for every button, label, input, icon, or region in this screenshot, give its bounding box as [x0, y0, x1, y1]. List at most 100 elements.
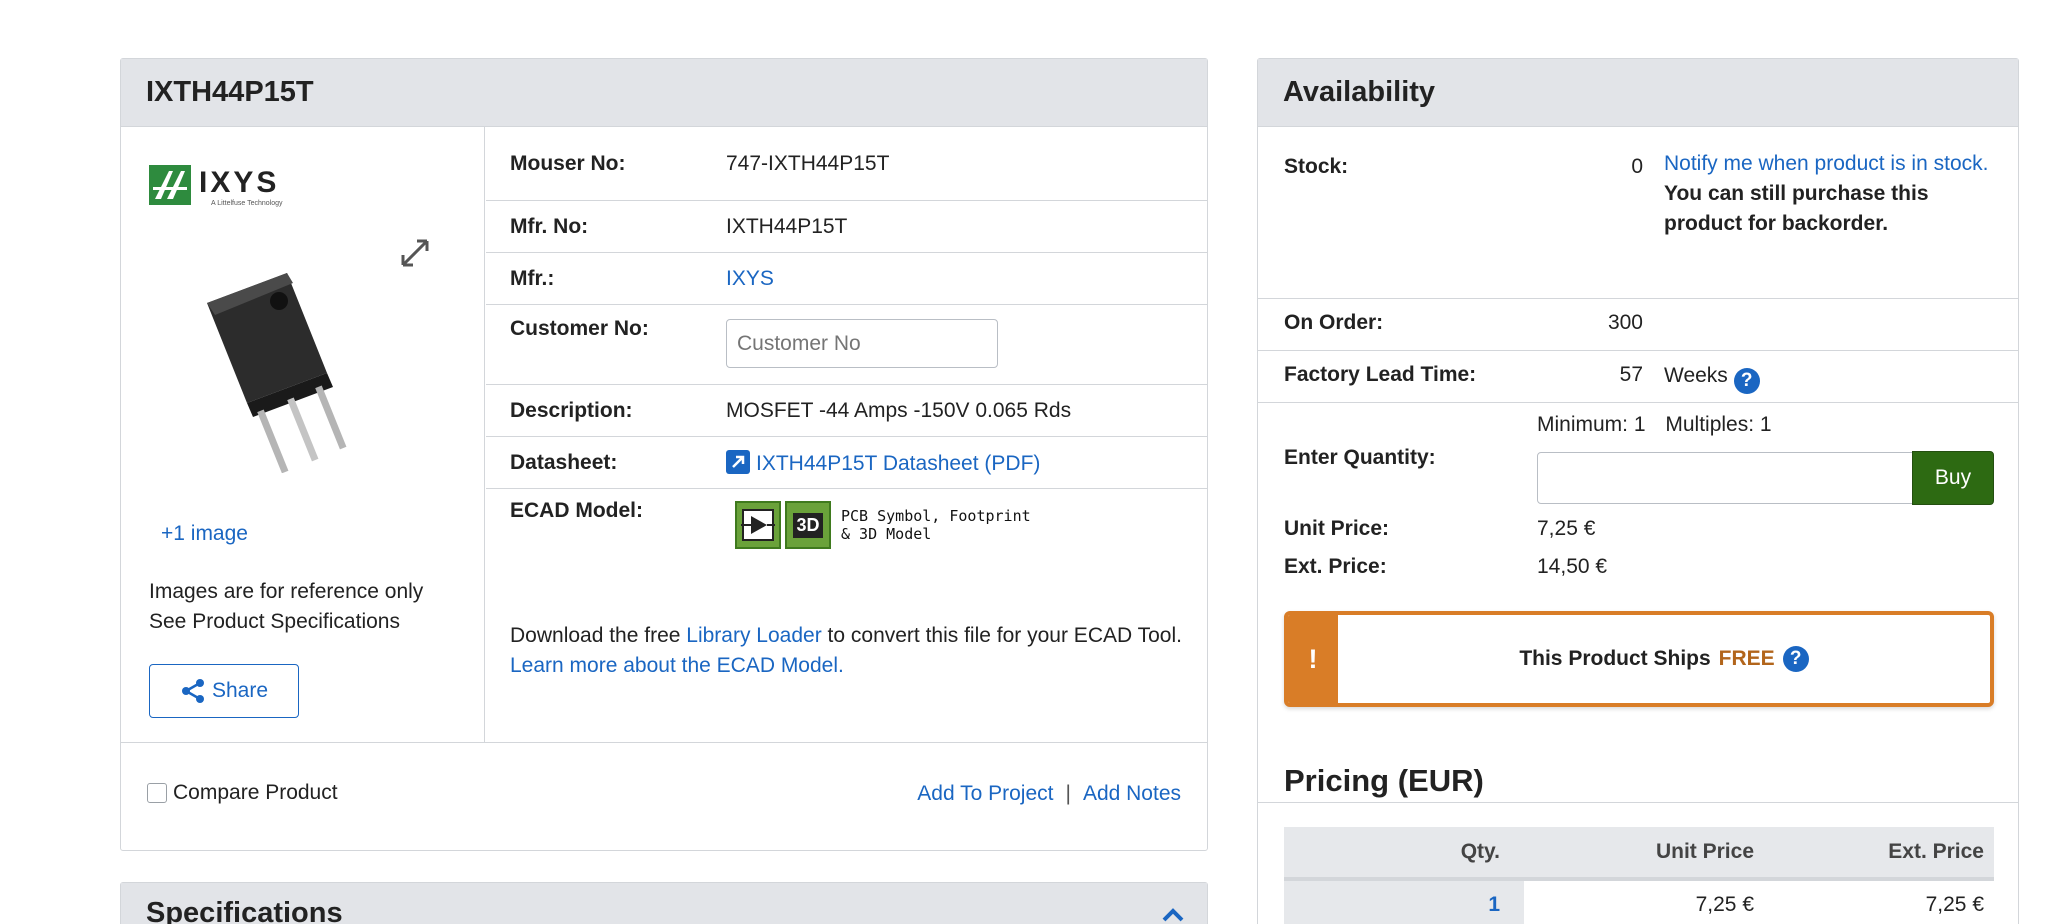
ship-text: This Product Ships	[1519, 647, 1711, 670]
ecad-caption: PCB Symbol, Footprint & 3D Model	[841, 507, 1031, 543]
product-info: Mouser No: 747-IXTH44P15T Mfr. No: IXTH4…	[486, 127, 1207, 677]
free-shipping-banner: ! This Product Ships FREE ?	[1284, 611, 1994, 707]
ecad-text-1: Download the free	[510, 624, 687, 647]
mouser-no-value: 747-IXTH44P15T	[726, 151, 890, 175]
mfr-no-row: Mfr. No: IXTH44P15T	[486, 201, 1207, 253]
ixys-logo: IXYS A Littelfuse Technology	[149, 165, 283, 207]
compare-label: Compare Product	[173, 781, 338, 804]
alert-icon: !	[1288, 615, 1338, 703]
customer-no-row: Customer No:	[486, 305, 1207, 385]
footer-separator: |	[1065, 782, 1071, 805]
qty-cell[interactable]: 1	[1284, 879, 1524, 924]
share-label: Share	[211, 679, 269, 702]
mfr-no-value: IXTH44P15T	[726, 214, 848, 238]
ref-line-1: Images are for reference only	[149, 580, 424, 603]
mouser-no-label: Mouser No:	[510, 151, 626, 175]
specifications-title: Specifications	[121, 883, 1207, 924]
mfr-link[interactable]: IXYS	[726, 267, 774, 290]
pricing-header-row: Qty. Unit Price Ext. Price	[1284, 827, 1994, 881]
pcb-symbol-icon	[735, 501, 781, 549]
pricing-table: Qty. Unit Price Ext. Price 1 7,25 € 7,25…	[1284, 827, 1994, 924]
product-card: IXTH44P15T IXYS A Littelfuse Technology	[120, 58, 1208, 851]
lead-time-label: Factory Lead Time:	[1284, 363, 1477, 386]
unit-price-value: 7,25 €	[1537, 517, 1596, 540]
ext-price-label: Ext. Price:	[1284, 555, 1387, 578]
datasheet-link[interactable]: IXTH44P15T Datasheet (PDF)	[726, 449, 1041, 475]
mfr-label: Mfr.:	[510, 266, 555, 290]
ref-line-2: See Product Specifications	[149, 610, 400, 633]
image-reference-note: Images are for reference only See Produc…	[149, 577, 423, 637]
svg-text:A Littelfuse Technology: A Littelfuse Technology	[211, 200, 283, 207]
multiples-qty: Multiples: 1	[1665, 413, 1772, 436]
chevron-up-icon[interactable]	[1161, 907, 1185, 923]
availability-card: Availability Stock: 0 Notify me when pro…	[1257, 58, 2019, 924]
learn-ecad-link[interactable]: Learn more about the ECAD Model.	[510, 654, 844, 677]
datasheet-link-text: IXTH44P15T Datasheet (PDF)	[756, 451, 1041, 475]
footer-links: Add To Project | Add Notes	[917, 782, 1181, 806]
external-link-icon	[726, 449, 750, 474]
product-image-column: IXYS A Littelfuse Technology +1 image Im…	[121, 127, 485, 742]
datasheet-row: Datasheet: IXTH44P15T Datasheet (PDF)	[486, 437, 1207, 489]
mouser-no-row: Mouser No: 747-IXTH44P15T	[486, 127, 1207, 201]
stock-value: 0	[1631, 155, 1643, 178]
customer-no-label: Customer No:	[510, 317, 649, 340]
share-icon	[181, 679, 204, 703]
datasheet-label: Datasheet:	[510, 450, 618, 474]
stock-message: Notify me when product is in stock. You …	[1664, 149, 1994, 239]
ext-price-header: Ext. Price	[1764, 827, 1994, 881]
buy-button[interactable]: Buy	[1912, 451, 1994, 505]
free-shipping-text: This Product Ships FREE ?	[1338, 615, 1990, 703]
pricing-row: 1 7,25 € 7,25 €	[1284, 879, 1994, 924]
qty-header: Qty.	[1284, 827, 1524, 881]
pricing-title: Pricing (EUR)	[1284, 763, 1484, 798]
minimum-qty: Minimum: 1	[1537, 413, 1646, 436]
library-loader-link[interactable]: Library Loader	[686, 624, 821, 647]
compare-product[interactable]: Compare Product	[147, 781, 338, 805]
on-order-label: On Order:	[1284, 311, 1384, 334]
help-icon[interactable]: ?	[1782, 646, 1809, 672]
mfr-no-label: Mfr. No:	[510, 214, 589, 238]
stock-row: Stock: 0 Notify me when product is in st…	[1258, 127, 2018, 299]
ecad-row: ECAD Model: 3D PCB Symbol, Footprint & 3…	[486, 489, 1207, 549]
ext-price-value: 14,50 €	[1537, 555, 1608, 578]
specifications-card[interactable]: Specifications	[120, 882, 1208, 924]
qty-constraints: Minimum: 1 Multiples: 1	[1537, 413, 1772, 437]
expand-icon[interactable]	[399, 237, 431, 269]
add-to-project-link[interactable]: Add To Project	[917, 782, 1053, 805]
ship-free: FREE	[1718, 647, 1775, 670]
description-row: Description: MOSFET -44 Amps -150V 0.065…	[486, 385, 1207, 437]
unit-price-label: Unit Price:	[1284, 517, 1390, 540]
ecad-text-2: to convert this file for your ECAD Tool.	[821, 624, 1182, 647]
lead-time-unit: Weeks	[1664, 364, 1728, 387]
lead-time-value: 57	[1619, 363, 1643, 386]
unit-price-cell: 7,25 €	[1524, 879, 1764, 924]
description-value: MOSFET -44 Amps -150V 0.065 Rds	[726, 398, 1072, 422]
customer-no-input[interactable]	[726, 319, 998, 368]
stock-label: Stock:	[1284, 155, 1349, 178]
svg-text:IXYS: IXYS	[199, 166, 279, 199]
product-image[interactable]	[187, 263, 367, 473]
quantity-input[interactable]	[1537, 452, 1913, 504]
share-button[interactable]: Share	[149, 664, 299, 718]
ecad-label: ECAD Model:	[510, 499, 643, 522]
notify-link[interactable]: Notify me when product is in stock.	[1664, 152, 1988, 175]
product-body: IXYS A Littelfuse Technology +1 image Im…	[121, 127, 1207, 743]
on-order-row: On Order: 300	[1258, 299, 2018, 351]
backorder-note: You can still purchase this product for …	[1664, 182, 1929, 235]
mfr-row: Mfr.: IXYS	[486, 253, 1207, 305]
product-title: IXTH44P15T	[121, 59, 1207, 127]
unit-price-header: Unit Price	[1524, 827, 1764, 881]
ecad-download-text: Download the free Library Loader to conv…	[510, 621, 1190, 681]
help-icon[interactable]: ?	[1733, 368, 1760, 394]
ecad-model-badge[interactable]: 3D PCB Symbol, Footprint & 3D Model	[735, 501, 1207, 549]
availability-title: Availability	[1258, 59, 2018, 127]
ext-price-cell: 7,25 €	[1764, 879, 1994, 924]
product-footer: Compare Product Add To Project | Add Notes	[121, 744, 1207, 850]
description-label: Description:	[510, 398, 633, 422]
compare-checkbox[interactable]	[147, 783, 167, 803]
purchase-section: Minimum: 1 Multiples: 1 Enter Quantity: …	[1258, 403, 2018, 803]
3d-model-icon: 3D	[785, 501, 831, 549]
lead-time-unit-wrap: Weeks ?	[1664, 361, 1760, 394]
more-images-link[interactable]: +1 image	[161, 522, 248, 546]
add-notes-link[interactable]: Add Notes	[1083, 782, 1181, 805]
